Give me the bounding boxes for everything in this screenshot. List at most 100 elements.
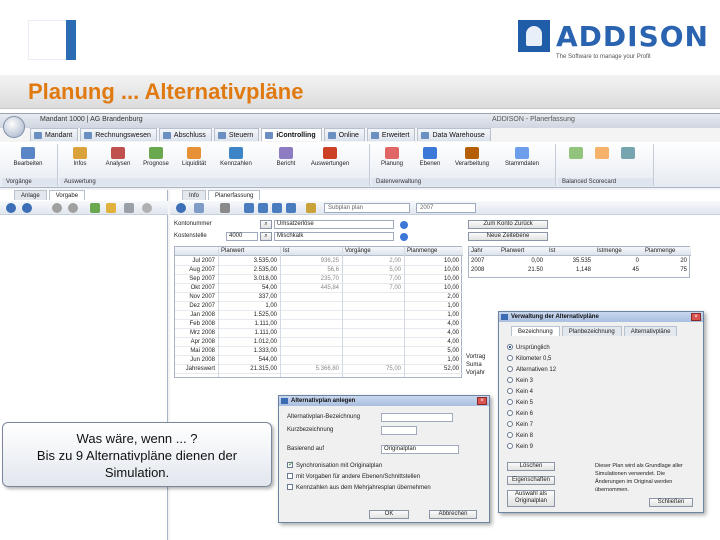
year-select[interactable]: 2007 <box>416 203 476 213</box>
zum-konto-button[interactable]: Zum Konto Zurück <box>468 220 548 229</box>
filter-icon[interactable] <box>306 203 316 213</box>
pause-icon[interactable] <box>68 203 78 213</box>
tab-bezeichnung[interactable]: Bezeichnung <box>511 326 560 336</box>
tab-info[interactable]: Info <box>182 190 207 200</box>
year-cell[interactable]: 0 <box>595 257 641 266</box>
scorecard-chart-button[interactable] <box>566 146 586 176</box>
close-circle-icon[interactable] <box>142 203 152 213</box>
info-icon[interactable] <box>400 221 408 229</box>
check-synchronisation[interactable]: Synchronisation mit Originalplan <box>287 460 382 469</box>
info-icon[interactable] <box>400 233 408 241</box>
kostenstelle-number-field[interactable]: 4000 <box>226 232 258 241</box>
radio-icon[interactable] <box>507 432 513 438</box>
radio-icon[interactable] <box>507 410 513 416</box>
next-record-icon[interactable] <box>272 203 282 213</box>
infos-button[interactable]: Infos <box>60 146 100 176</box>
application-menu-icon[interactable] <box>3 116 25 138</box>
tab-mandant[interactable]: Mandant <box>30 128 79 141</box>
edit-icon[interactable] <box>106 203 116 213</box>
plan-option-10[interactable]: Kein 9 <box>507 443 533 450</box>
loeschen-button[interactable]: Löschen <box>507 462 555 471</box>
radio-icon[interactable] <box>507 355 513 361</box>
tab-planerfassung[interactable]: Planerfassung <box>208 190 261 200</box>
tab-icontrolling[interactable]: iControlling <box>261 128 322 141</box>
year-cell[interactable]: 1,148 <box>547 266 593 275</box>
plan-select[interactable]: Subplan plan <box>324 203 410 213</box>
bericht-button[interactable]: Bericht <box>266 146 306 176</box>
checkbox-icon[interactable] <box>287 484 293 490</box>
check-vorgaben[interactable]: mit Vorgaben für andere Ebenen/Schnittst… <box>287 473 420 480</box>
close-icon[interactable]: × <box>477 397 487 405</box>
radio-icon[interactable] <box>507 421 513 427</box>
konto-lookup-button[interactable]: ⌕ <box>260 220 272 229</box>
verarbeitung-button[interactable]: Verarbeitung <box>452 146 492 176</box>
radio-icon[interactable] <box>507 366 513 372</box>
tab-planbezeichnung[interactable]: Planbezeichnung <box>561 326 622 336</box>
forward-icon[interactable] <box>22 203 32 213</box>
year-cell[interactable]: 2008 <box>469 266 497 275</box>
plan-option-6[interactable]: Kein 5 <box>507 399 533 406</box>
year-cell[interactable]: 20 <box>643 257 689 266</box>
neue-zeitebene-button[interactable]: Neue Zeitebene <box>468 232 548 241</box>
approve-icon[interactable] <box>90 203 100 213</box>
radio-icon[interactable] <box>507 388 513 394</box>
scorecard-sync-button[interactable] <box>618 146 638 176</box>
eigenschaften-button[interactable]: Eigenschaften <box>507 476 555 485</box>
plan-option-1[interactable]: Ursprünglich <box>507 344 550 351</box>
tab-steuern[interactable]: Steuern <box>213 128 260 141</box>
close-icon[interactable]: × <box>691 313 701 321</box>
kostenstelle-field[interactable]: Mischkalk <box>274 232 394 241</box>
liquiditaet-button[interactable]: Liquidität <box>174 146 214 176</box>
plan-option-9[interactable]: Kein 8 <box>507 432 533 439</box>
tab-online[interactable]: Online <box>323 128 365 141</box>
plan-option-8[interactable]: Kein 7 <box>507 421 533 428</box>
back-icon[interactable] <box>176 203 186 213</box>
tab-anlage[interactable]: Anlage <box>14 190 47 200</box>
plan-option-4[interactable]: Kein 3 <box>507 377 533 384</box>
check-kennzahlen[interactable]: Kennzahlen aus dem Mehrjahresplan überne… <box>287 484 431 491</box>
bezeichnung-input[interactable] <box>381 413 453 422</box>
last-record-icon[interactable] <box>286 203 296 213</box>
plan-option-7[interactable]: Kein 6 <box>507 410 533 417</box>
plan-option-5[interactable]: Kein 4 <box>507 388 533 395</box>
plan-option-3[interactable]: Alternativen 12 <box>507 366 556 373</box>
first-record-icon[interactable] <box>244 203 254 213</box>
year-cell[interactable]: 0,00 <box>499 257 545 266</box>
radio-icon[interactable] <box>507 377 513 383</box>
year-cell[interactable]: 35.535 <box>547 257 593 266</box>
delete-icon[interactable] <box>124 203 134 213</box>
tab-vorgabe[interactable]: Vorgabe <box>48 190 86 200</box>
tab-rechnungswesen[interactable]: Rechnungswesen <box>80 128 157 141</box>
basiert-select[interactable]: Originalplan <box>381 445 459 454</box>
planung-button[interactable]: Planung <box>372 146 412 176</box>
previous-record-icon[interactable] <box>258 203 268 213</box>
year-cell[interactable]: 21.50 <box>499 266 545 275</box>
auswertungen-button[interactable]: Auswertungen <box>310 146 350 176</box>
scorecard-edit-button[interactable] <box>592 146 612 176</box>
back-icon[interactable] <box>6 203 16 213</box>
year-cell[interactable]: 75 <box>643 266 689 275</box>
checkbox-checked-icon[interactable] <box>287 460 294 468</box>
save-icon[interactable] <box>194 203 204 213</box>
tab-abschluss[interactable]: Abschluss <box>158 128 212 141</box>
checkbox-icon[interactable] <box>287 473 293 479</box>
schliessen-button[interactable]: Schließen <box>649 498 693 507</box>
auswahl-originalplan-button[interactable]: Auswahl als Originalplan <box>507 490 555 507</box>
radio-icon[interactable] <box>507 344 513 350</box>
ebenen-button[interactable]: Ebenen <box>410 146 450 176</box>
year-cell[interactable]: 45 <box>595 266 641 275</box>
abbrechen-button[interactable]: Abbrechen <box>429 510 477 519</box>
tab-alternativplaene[interactable]: Alternativpläne <box>623 326 678 336</box>
analysen-button[interactable]: Analysen <box>98 146 138 176</box>
kurzbezeichnung-input[interactable] <box>381 426 417 435</box>
radio-icon[interactable] <box>507 399 513 405</box>
radio-icon[interactable] <box>507 443 513 449</box>
planning-grid[interactable]: Planwert Ist Vorgänge Planmenge Jul 2007… <box>174 246 463 378</box>
prognose-button[interactable]: Prognose <box>136 146 176 176</box>
year-cell[interactable]: 2007 <box>469 257 497 266</box>
tab-erweitert[interactable]: Erweitert <box>366 128 416 141</box>
plan-option-2[interactable]: Kilometer 0,5 <box>507 355 551 362</box>
print-icon[interactable] <box>220 203 230 213</box>
year-grid[interactable]: Jahr Planwert Ist Istmenge Planmenge 200… <box>468 246 691 278</box>
tab-data-warehouse[interactable]: Data Warehouse <box>417 128 491 141</box>
